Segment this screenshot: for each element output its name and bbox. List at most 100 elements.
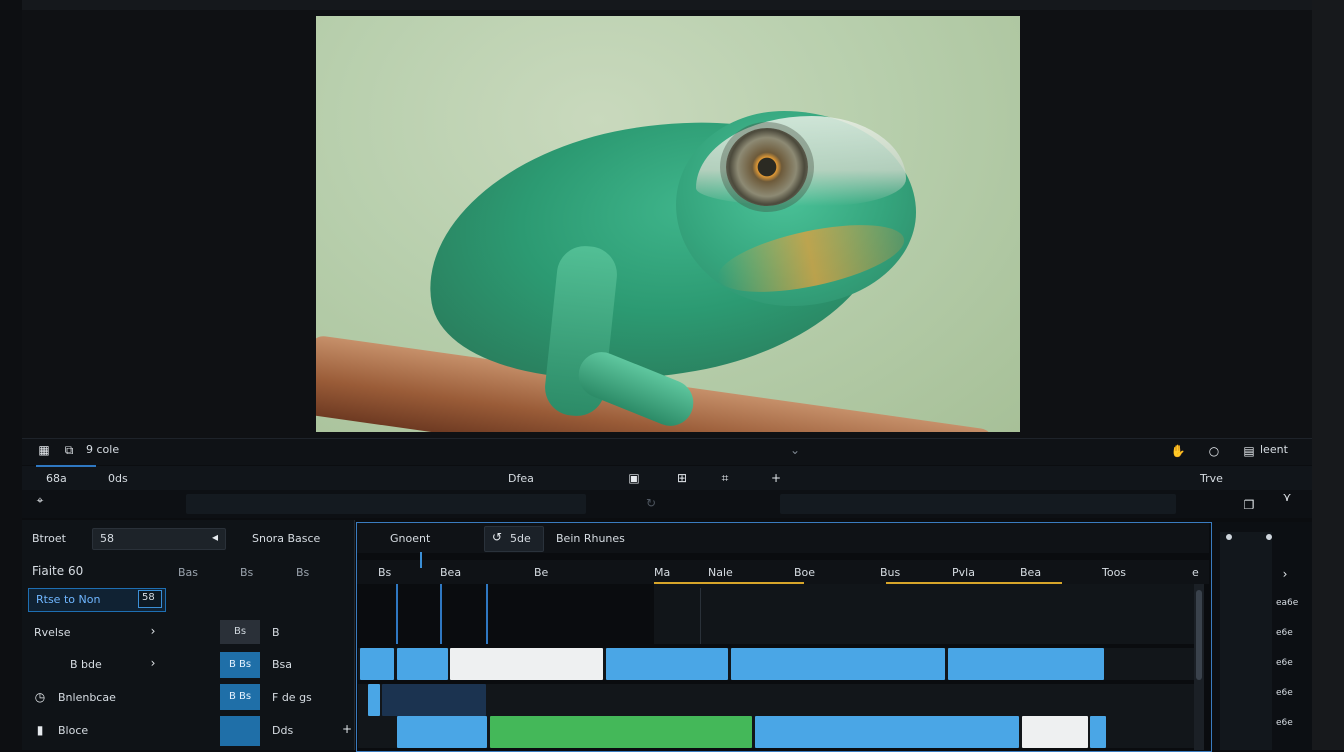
ruler-tick-10: Toos — [1102, 566, 1127, 579]
plus-icon[interactable]: + — [340, 722, 354, 736]
monitor-bezel-right — [1312, 0, 1344, 750]
active-tab-indicator — [36, 465, 96, 467]
ruler-end: e — [1192, 566, 1199, 579]
clip[interactable] — [606, 648, 728, 680]
chevron-right-icon[interactable]: › — [1278, 566, 1292, 582]
chevron-icon-row4[interactable]: › — [146, 624, 160, 638]
col-header-3: Bs — [296, 566, 310, 579]
tab-a[interactable]: 68a — [46, 472, 67, 485]
row6-side: F de gs — [272, 691, 312, 704]
monitor-bezel-top — [0, 0, 1344, 10]
toolbar-center-label: Dfea — [508, 472, 534, 485]
split-icon[interactable]: ⊞ — [674, 470, 690, 486]
current-time-indicator[interactable] — [420, 552, 422, 568]
viewer-toolbar — [22, 438, 1312, 465]
chameleon-eye — [726, 128, 808, 206]
ruler-tick-5: Nale — [708, 566, 733, 579]
toolbar-left-label: 9 cole — [86, 443, 120, 456]
right-panel-column — [1220, 532, 1272, 750]
clip[interactable] — [948, 648, 1104, 680]
row4-chip[interactable]: Bs — [220, 620, 260, 644]
clip[interactable] — [360, 648, 394, 680]
crop-icon[interactable]: ⌗ — [716, 470, 734, 486]
pin-icon[interactable]: ⌖ — [32, 492, 48, 508]
clip[interactable] — [490, 716, 752, 748]
clip[interactable] — [731, 648, 945, 680]
row7-chip[interactable] — [220, 716, 260, 746]
track-empty-area — [654, 584, 1194, 644]
chevron-icon-row5[interactable]: › — [146, 656, 160, 670]
clip[interactable] — [1090, 716, 1106, 748]
right-label-5: e6e — [1276, 718, 1293, 728]
ruler-tick-9: Bea — [1020, 566, 1042, 579]
add-icon[interactable]: + — [768, 470, 784, 486]
timeline-tab-active[interactable]: Gnoent — [390, 532, 430, 545]
inspector-row1-value: 58 — [100, 532, 114, 545]
refresh-icon[interactable]: ↻ — [644, 496, 658, 510]
playhead-3[interactable] — [486, 584, 488, 644]
right-label-1: ea6e — [1276, 598, 1299, 608]
clip[interactable] — [382, 684, 486, 716]
timeline-title: Bein Rhunes — [556, 532, 625, 545]
clip[interactable] — [397, 716, 487, 748]
sync-icon: ↺ — [491, 530, 503, 544]
col-header-1: Bas — [178, 566, 199, 579]
inspector-row1-label: Btroet — [32, 532, 66, 545]
right-label-3: e6e — [1276, 658, 1293, 668]
collapse-icon[interactable]: ⋎ — [1280, 490, 1294, 504]
clock-icon: ◷ — [34, 690, 46, 704]
row5-chip[interactable]: B Bs — [220, 652, 260, 678]
right-panel-dot-1 — [1226, 534, 1232, 540]
monitor-bezel-left — [0, 0, 22, 750]
right-label-2: e6e — [1276, 628, 1293, 638]
ruler-tick-2: Bea — [440, 566, 462, 579]
track-divider — [700, 588, 701, 644]
filter-field-left[interactable] — [186, 494, 586, 514]
selected-row-value: 58 — [142, 592, 155, 603]
ruler-tick-7: Bus — [880, 566, 901, 579]
timeline-scrollbar-thumb[interactable] — [1196, 590, 1202, 680]
ruler-tick-6: Boe — [794, 566, 816, 579]
ruler-tick-1: Bs — [378, 566, 392, 579]
row4-side: B — [272, 626, 280, 639]
ruler-tick-3: Be — [534, 566, 549, 579]
row6-chip[interactable]: B Bs — [220, 684, 260, 710]
timeline-ruler — [357, 560, 1209, 584]
arrow-left-icon[interactable]: ◂ — [208, 530, 222, 544]
row5-side: Bsa — [272, 658, 293, 671]
copy-icon[interactable]: ❐ — [1242, 498, 1256, 512]
section-title: Fiaite 60 — [32, 564, 84, 578]
grid-icon[interactable]: ▦ — [36, 442, 52, 458]
row7-label: Bloce — [58, 724, 89, 737]
selected-row-label: Rtse to Non — [36, 593, 101, 606]
inspector-row1-button[interactable]: Snora Basce — [252, 532, 320, 545]
clip[interactable] — [755, 716, 1019, 748]
playhead-2[interactable] — [440, 584, 442, 644]
hand-icon[interactable]: ✋ — [1168, 442, 1188, 460]
col-header-2: Bs — [240, 566, 254, 579]
inspector-panel — [22, 520, 355, 750]
clip[interactable] — [1022, 716, 1088, 748]
doc-icon: ▮ — [36, 723, 44, 737]
clip[interactable] — [450, 648, 603, 680]
chevron-down-icon[interactable]: ⌄ — [786, 442, 804, 458]
right-label-4: e6e — [1276, 688, 1293, 698]
list-icon[interactable]: ▤ — [1240, 442, 1258, 460]
row7-side: Dds — [272, 724, 294, 737]
stack-icon[interactable]: ⧉ — [60, 442, 78, 458]
timeline-tab-chip-text: 5de — [510, 532, 531, 545]
preview-image-chameleon — [316, 16, 1020, 432]
playhead-1[interactable] — [396, 584, 398, 644]
clip[interactable] — [368, 684, 380, 716]
ruler-tick-4: Ma — [654, 566, 671, 579]
row5-label: B bde — [70, 658, 102, 671]
clip[interactable] — [397, 648, 448, 680]
toolbar-right-label: leent — [1260, 443, 1288, 456]
tab-b[interactable]: 0ds — [108, 472, 128, 485]
ruler-tick-8: Pvla — [952, 566, 975, 579]
filter-field-right[interactable] — [780, 494, 1176, 514]
toolbar-right-text: Trve — [1200, 472, 1223, 485]
circle-icon[interactable]: ○ — [1204, 442, 1224, 460]
frame-icon[interactable]: ▣ — [626, 470, 642, 486]
row4-label: Rvelse — [34, 626, 71, 639]
